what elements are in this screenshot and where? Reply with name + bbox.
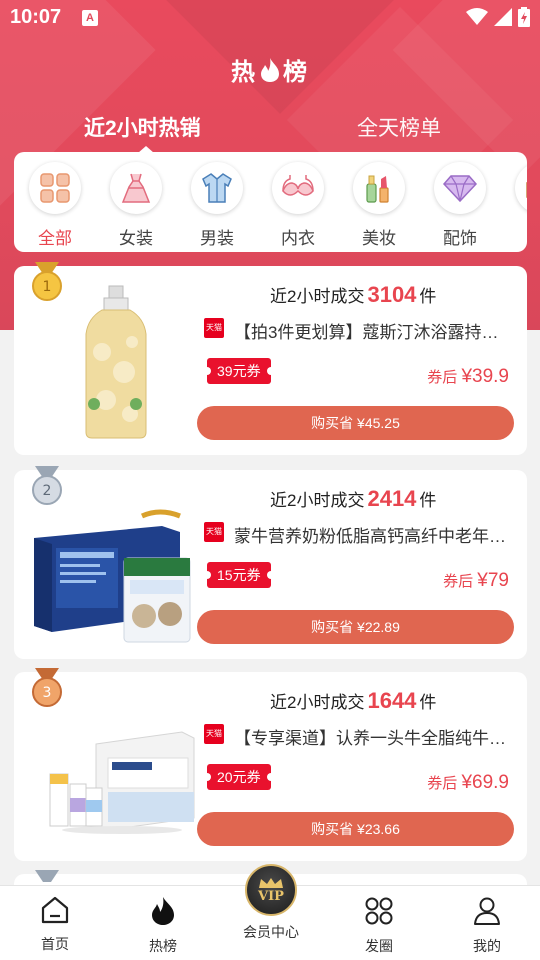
battery-icon (518, 7, 530, 27)
vip-badge-text: VIP (258, 888, 284, 904)
price-label: 券后 (443, 573, 474, 590)
makeup-icon (366, 175, 389, 203)
category-underwear[interactable]: 内衣 (266, 162, 330, 249)
sold-count: 近2小时成交 2414 件 (270, 486, 436, 512)
product-title[interactable]: 【专享渠道】认养一头牛全脂纯牛奶整箱 (234, 724, 514, 749)
buy-button[interactable]: 购买省 ¥45.25 (197, 406, 514, 440)
rank-medal-silver-icon (35, 870, 59, 882)
sold-unit: 件 (419, 491, 437, 510)
rank-number: 3 (43, 685, 52, 701)
nav-label: 我的 (473, 938, 501, 954)
sold-unit: 件 (419, 693, 437, 712)
after-coupon-price: 券后 ¥69.9 (427, 772, 509, 794)
product-image[interactable] (32, 282, 202, 442)
after-coupon-price: 券后 ¥39.9 (427, 366, 509, 388)
app-notification-icon: A (82, 10, 98, 26)
category-label: 配饰 (443, 229, 477, 248)
coupon-badge: 15元券 (203, 562, 275, 588)
category-makeup[interactable]: 美妆 (347, 162, 411, 249)
category-label: 女装 (119, 229, 153, 248)
page-title-part-2: 榜 (283, 59, 309, 86)
rank-number: 2 (43, 483, 52, 499)
sold-prefix: 近2小时成交 (270, 287, 365, 306)
price-value: ¥69.9 (461, 772, 509, 793)
nav-label: 首页 (41, 936, 69, 952)
price-label: 券后 (427, 369, 458, 386)
price-value: ¥39.9 (461, 366, 509, 387)
sold-number: 3104 (367, 282, 417, 307)
product-card-1[interactable]: 1 近2小时成交 3104 件 天猫 【拍3件更划算】蔻斯汀沐浴露持久留香 39元券… (14, 262, 527, 455)
category-men[interactable]: 男装 (185, 162, 249, 249)
category-label: 内衣 (281, 229, 315, 248)
tmall-badge-icon: 天猫 (204, 522, 224, 542)
product-card-3[interactable]: 3 近2小时成交 1644 件 天猫 【专享渠道】认养一头牛全脂纯牛奶整箱 20元券… (14, 668, 527, 861)
nav-label: 热榜 (149, 938, 177, 954)
nav-label: 会员中心 (243, 924, 299, 940)
nav-vip-center[interactable]: VIP 会员中心 (231, 864, 311, 942)
nav-label: 发圈 (365, 938, 393, 954)
category-all[interactable]: 全部 (23, 162, 87, 249)
category-label: 鞋 (509, 224, 527, 249)
rank-medal-silver-icon: 2 (32, 466, 62, 505)
rank-number: 1 (43, 279, 52, 295)
sold-prefix: 近2小时成交 (270, 491, 365, 510)
user-icon (474, 897, 500, 925)
signal-icon (494, 8, 512, 26)
home-icon (41, 896, 69, 924)
product-image[interactable] (32, 486, 202, 646)
buy-button[interactable]: 购买省 ¥22.89 (197, 610, 514, 644)
tab-all-day[interactable]: 全天榜单 (357, 112, 441, 142)
category-label: 美妆 (362, 229, 396, 248)
product-title[interactable]: 蒙牛营养奶粉低脂高钙高纤中老年奶粉 (234, 522, 514, 547)
rank-medal-bronze-icon: 3 (32, 668, 62, 707)
sold-prefix: 近2小时成交 (270, 693, 365, 712)
status-time: 10:07 (10, 6, 62, 28)
bottom-nav: 首页 热榜 VIP 会员中心 发圈 我的 (0, 864, 540, 960)
product-image[interactable] (32, 688, 202, 848)
rank-medal-gold-icon: 1 (32, 262, 62, 301)
nav-home[interactable]: 首页 (15, 896, 95, 954)
category-label: 男装 (200, 229, 234, 248)
price-label: 券后 (427, 775, 458, 792)
category-label: 全部 (38, 229, 72, 248)
tmall-badge-icon: 天猫 (204, 724, 224, 744)
status-bar: 10:07 A (0, 0, 540, 38)
tab-2h-hot[interactable]: 近2小时热销 (84, 112, 201, 142)
buy-button[interactable]: 购买省 ¥23.66 (197, 812, 514, 846)
after-coupon-price: 券后 ¥79 (443, 570, 509, 592)
grid-icon (40, 173, 70, 203)
product-card-2[interactable]: 2 近2小时成交 2414 件 天猫 蒙牛营养奶粉低脂高钙高纤中老年奶粉 15元券 … (14, 466, 527, 659)
category-women[interactable]: 女装 (104, 162, 168, 249)
dress-icon (121, 173, 151, 203)
sold-count: 近2小时成交 1644 件 (270, 688, 436, 714)
coupon-badge: 39元券 (203, 358, 275, 384)
price-value: ¥79 (477, 570, 509, 591)
category-shoes[interactable]: 鞋 (509, 162, 527, 249)
vip-crown-icon: VIP (245, 864, 297, 916)
sold-unit: 件 (419, 287, 437, 306)
nav-hot-list[interactable]: 热榜 (123, 896, 203, 956)
tmall-badge-icon: 天猫 (204, 318, 224, 338)
wifi-icon (466, 8, 488, 25)
share-grid-icon (365, 897, 393, 925)
shoe-icon (526, 182, 527, 198)
bra-icon (282, 175, 314, 196)
flame-icon (261, 58, 279, 82)
sold-number: 2414 (367, 486, 417, 511)
flame-icon (152, 897, 174, 925)
nav-mine[interactable]: 我的 (447, 896, 527, 956)
shirt-icon (202, 173, 232, 203)
nav-share-circle[interactable]: 发圈 (339, 896, 419, 956)
coupon-badge: 20元券 (203, 764, 275, 790)
page-title: 热榜 (0, 52, 540, 87)
sold-count: 近2小时成交 3104 件 (270, 282, 436, 308)
sold-number: 1644 (367, 688, 417, 713)
diamond-icon (442, 175, 478, 203)
page-title-part-1: 热 (231, 59, 257, 86)
product-title[interactable]: 【拍3件更划算】蔻斯汀沐浴露持久留香 (234, 318, 514, 343)
category-accessories[interactable]: 配饰 (428, 162, 492, 249)
category-bar: 全部 女装 男装 内衣 美妆 配饰 鞋 (14, 152, 527, 252)
